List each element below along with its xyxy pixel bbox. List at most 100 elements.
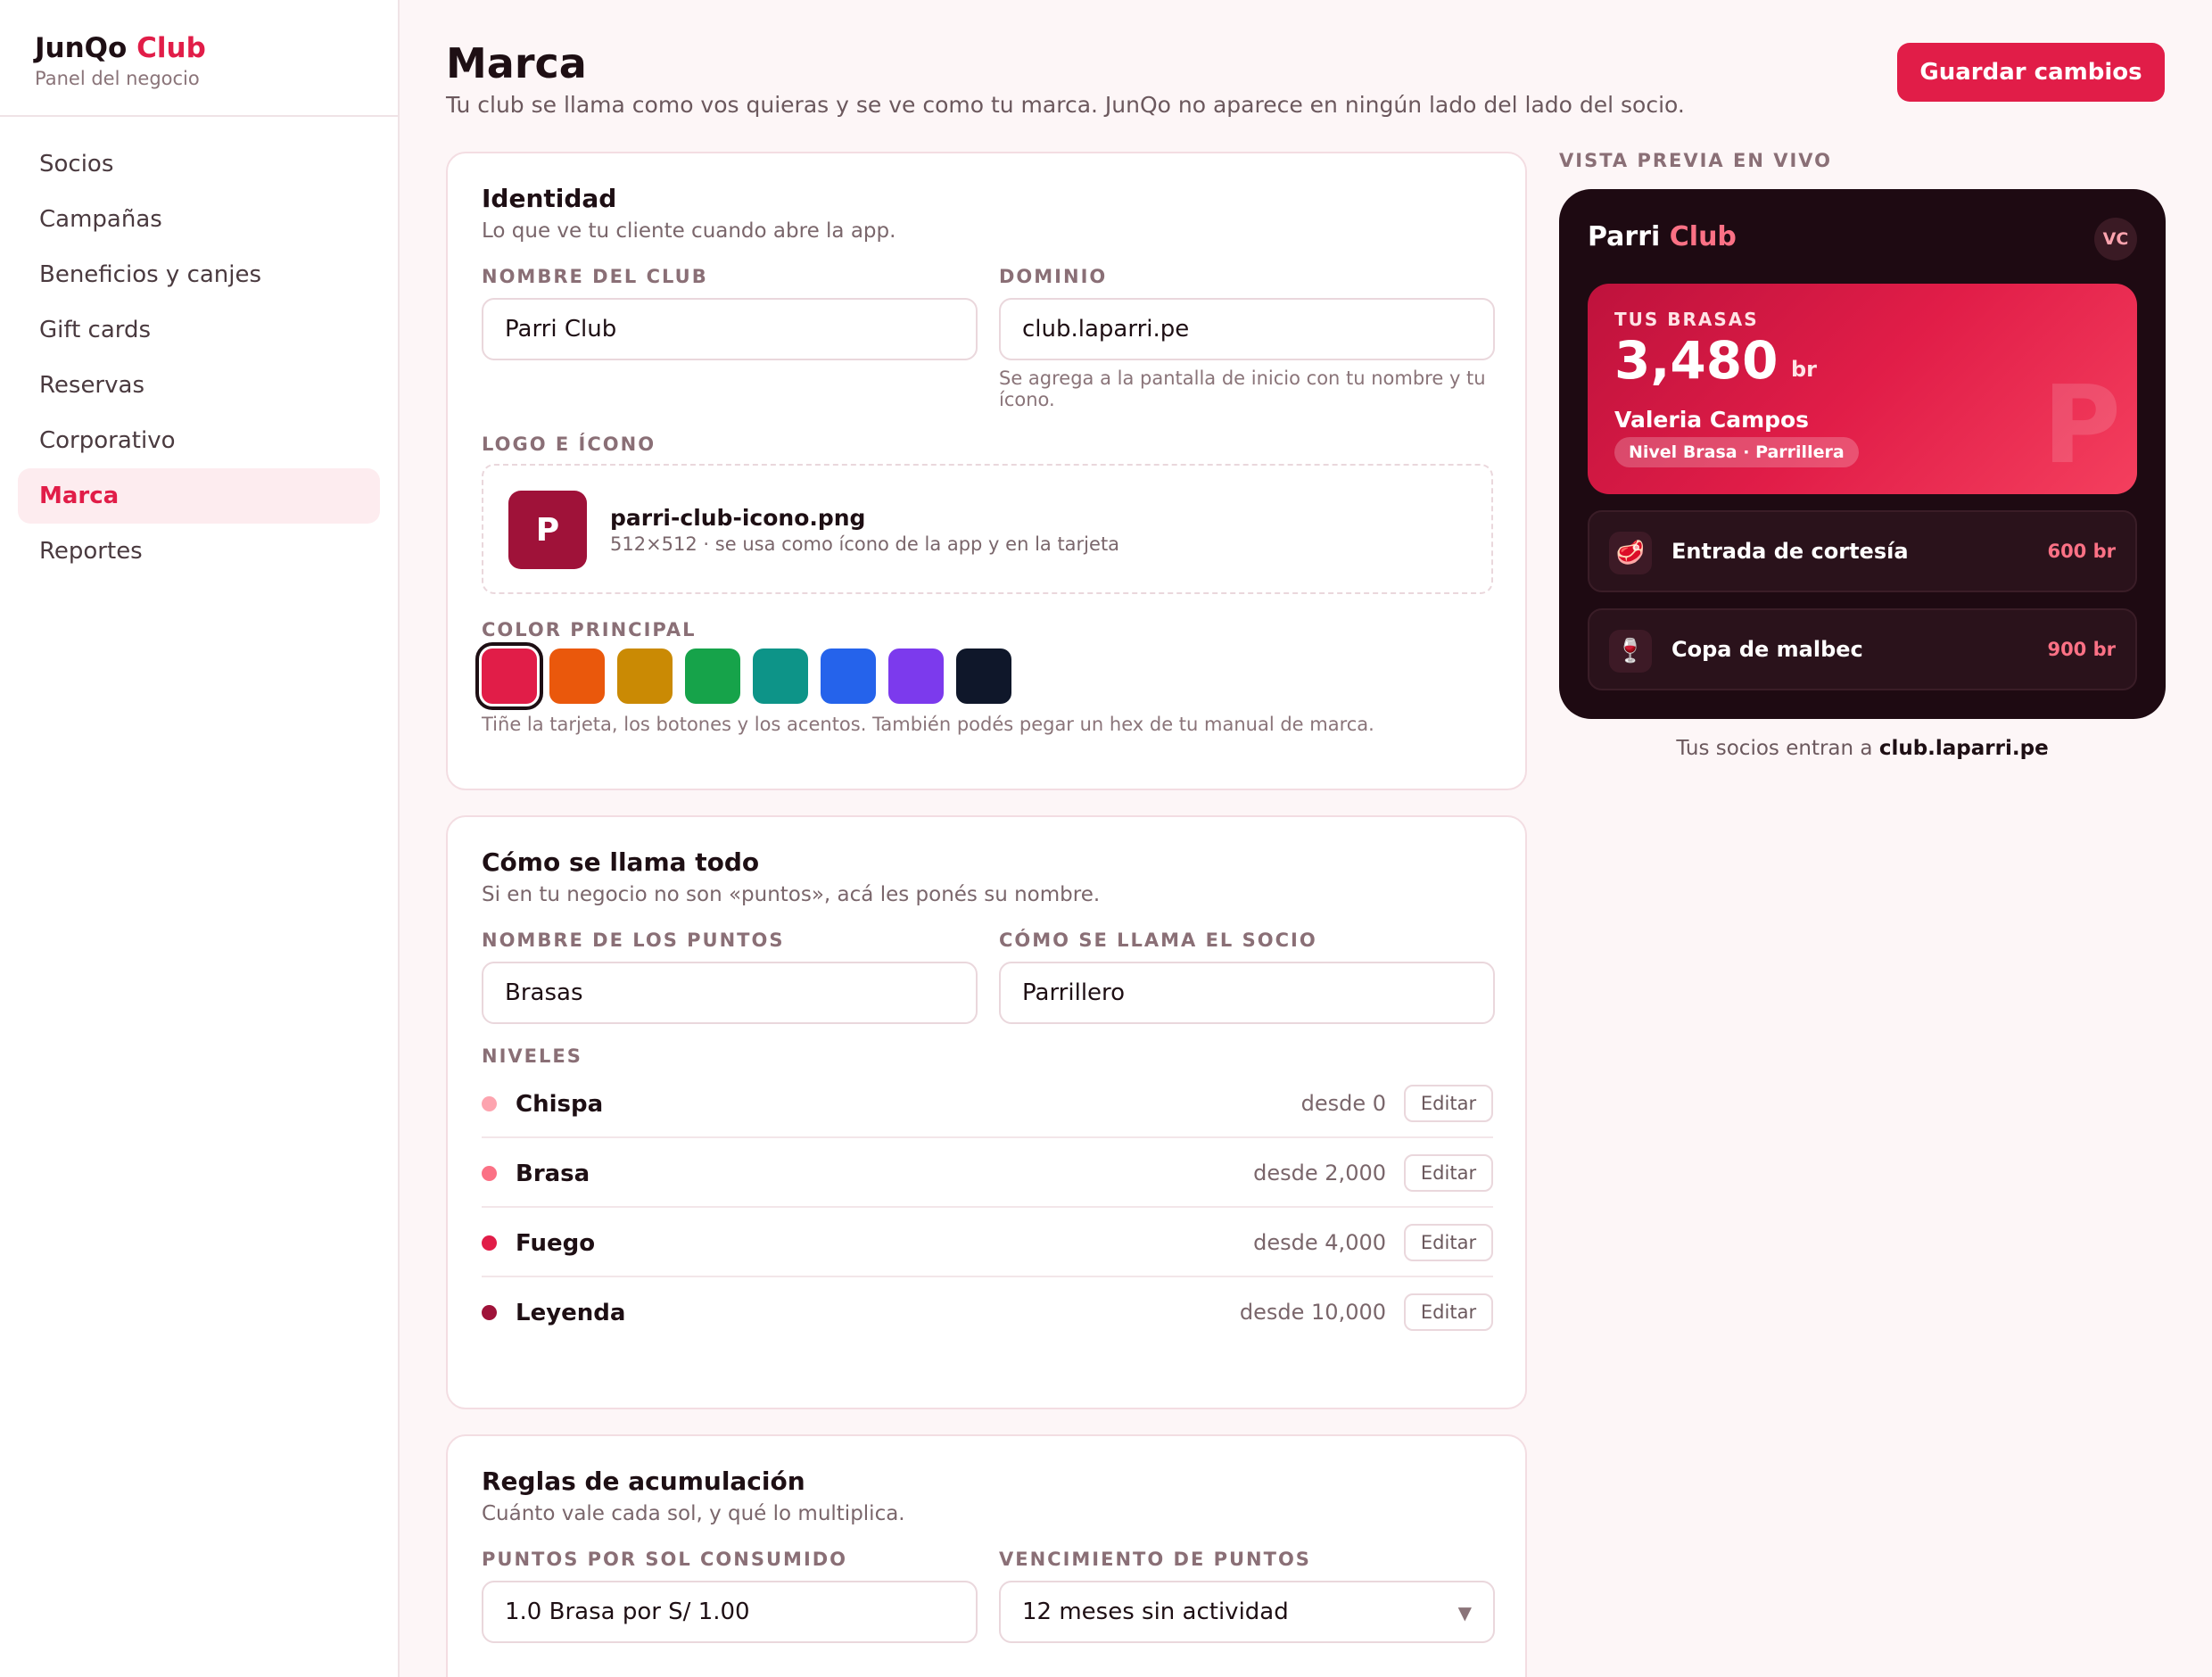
level-name: Leyenda <box>516 1300 626 1326</box>
member-name-label: CÓMO SE LLAMA EL SOCIO <box>999 929 1317 951</box>
level-threshold: desde 10,000 <box>1239 1300 1386 1325</box>
identity-title: Identidad <box>482 184 617 213</box>
level-row: Brasa desde 2,000 Editar <box>482 1138 1493 1208</box>
reward-name: Copa de malbec <box>1671 637 1863 662</box>
preview-footer: Tus socios entran a club.laparri.pe <box>1559 737 2166 760</box>
color-label: COLOR PRINCIPAL <box>482 619 697 640</box>
card-watermark: P <box>2043 364 2121 488</box>
logo-upload[interactable]: P parri-club-icono.png 512×512 · se usa … <box>482 464 1493 594</box>
level-dot-icon <box>482 1096 497 1111</box>
brand-name-main: JunQo <box>35 32 128 64</box>
level-threshold: desde 2,000 <box>1253 1161 1386 1185</box>
rate-input[interactable]: 1.0 Brasa por S/ 1.00 <box>482 1581 978 1643</box>
logo-preview: P <box>508 491 587 569</box>
points-unit: br <box>1791 357 1818 382</box>
sidebar-item-beneficios[interactable]: Beneficios y canjes <box>18 247 380 302</box>
club-name-input[interactable]: Parri Club <box>482 298 978 360</box>
level-name: Chispa <box>516 1091 604 1118</box>
levels-label: NIVELES <box>482 1045 582 1067</box>
expiry-label: VENCIMIENTO DE PUNTOS <box>999 1549 1311 1570</box>
reward-item: 🍷 Copa de malbec 900 br <box>1588 608 2137 690</box>
preview-brand-main: Parri <box>1588 221 1661 252</box>
level-row: Fuego desde 4,000 Editar <box>482 1208 1493 1277</box>
sidebar-item-marca[interactable]: Marca <box>18 468 380 524</box>
edit-level-button[interactable]: Editar <box>1404 1293 1493 1331</box>
level-row: Leyenda desde 10,000 Editar <box>482 1277 1493 1347</box>
accrual-card: Reglas de acumulación Cuánto vale cada s… <box>446 1434 1527 1677</box>
reward-name: Entrada de cortesía <box>1671 539 1909 564</box>
level-dot-icon <box>482 1166 497 1181</box>
brand-name: JunQo Club <box>35 32 398 64</box>
sidebar-item-reportes[interactable]: Reportes <box>18 524 380 579</box>
color-hint: Tiñe la tarjeta, los botones y los acent… <box>482 714 1374 735</box>
member-level-badge: Nivel Brasa · Parrillera <box>1614 437 1859 467</box>
color-swatch[interactable] <box>821 648 876 704</box>
steak-icon: 🥩 <box>1609 532 1652 574</box>
naming-card: Cómo se llama todo Si en tu negocio no s… <box>446 815 1527 1409</box>
sidebar-nav: Socios Campañas Beneficios y canjes Gift… <box>0 117 398 579</box>
rate-label: PUNTOS POR SOL CONSUMIDO <box>482 1549 848 1570</box>
preview-footer-prefix: Tus socios entran a <box>1676 737 1873 760</box>
level-threshold: desde 4,000 <box>1253 1230 1386 1255</box>
brand-subtitle: Panel del negocio <box>35 68 200 89</box>
chevron-down-icon: ▼ <box>1457 1602 1472 1623</box>
edit-level-button[interactable]: Editar <box>1404 1224 1493 1261</box>
member-name: Valeria Campos <box>1614 407 1810 433</box>
preview-brand-accent: Club <box>1669 221 1737 252</box>
color-swatch[interactable] <box>475 642 543 710</box>
domain-hint: Se agrega a la pantalla de inicio con tu… <box>999 368 1486 410</box>
page-subtitle: Tu club se llama como vos quieras y se v… <box>446 92 1685 118</box>
reward-cost: 900 br <box>2047 639 2116 660</box>
avatar: VC <box>2094 218 2137 260</box>
accrual-title: Reglas de acumulación <box>482 1466 805 1496</box>
level-threshold: desde 0 <box>1300 1091 1386 1116</box>
level-name: Fuego <box>516 1230 596 1257</box>
page-title: Marca <box>446 39 587 87</box>
logo-meta: 512×512 · se usa como ícono de la app y … <box>610 533 1120 555</box>
preview-footer-domain: club.laparri.pe <box>1878 737 2049 760</box>
sidebar-item-corporativo[interactable]: Corporativo <box>18 413 380 468</box>
accrual-subtitle: Cuánto vale cada sol, y qué lo multiplic… <box>482 1502 905 1525</box>
wine-glass-icon: 🍷 <box>1609 630 1652 673</box>
edit-level-button[interactable]: Editar <box>1404 1154 1493 1192</box>
points-value: 3,480 <box>1614 330 1779 391</box>
level-row: Chispa desde 0 Editar <box>482 1069 1493 1138</box>
brand: JunQo Club Panel del negocio <box>0 0 398 117</box>
expiry-select[interactable]: 12 meses sin actividad ▼ <box>999 1581 1495 1643</box>
level-name: Brasa <box>516 1161 590 1187</box>
points-label: TUS BRASAS <box>1614 309 1759 330</box>
sidebar: JunQo Club Panel del negocio Socios Camp… <box>0 0 400 1677</box>
member-name-input[interactable]: Parrillero <box>999 962 1495 1024</box>
identity-subtitle: Lo que ve tu cliente cuando abre la app. <box>482 219 896 243</box>
color-swatch[interactable] <box>549 648 605 704</box>
sidebar-item-gift-cards[interactable]: Gift cards <box>18 302 380 358</box>
points-name-label: NOMBRE DE LOS PUNTOS <box>482 929 785 951</box>
color-swatch[interactable] <box>753 648 808 704</box>
color-swatch[interactable] <box>685 648 740 704</box>
preview-brand: Parri Club <box>1588 221 1737 252</box>
naming-subtitle: Si en tu negocio no son «puntos», acá le… <box>482 883 1101 906</box>
points-name-input[interactable]: Brasas <box>482 962 978 1024</box>
color-swatch[interactable] <box>956 648 1011 704</box>
brand-name-accent: Club <box>136 32 206 64</box>
identity-card: Identidad Lo que ve tu cliente cuando ab… <box>446 152 1527 790</box>
naming-title: Cómo se llama todo <box>482 847 760 877</box>
sidebar-item-campanas[interactable]: Campañas <box>18 192 380 247</box>
club-name-label: NOMBRE DEL CLUB <box>482 266 708 287</box>
logo-label: LOGO E ÍCONO <box>482 434 656 455</box>
preview-label: VISTA PREVIA EN VIVO <box>1559 150 1833 171</box>
save-button[interactable]: Guardar cambios <box>1897 43 2165 102</box>
color-swatch[interactable] <box>617 648 673 704</box>
expiry-value: 12 meses sin actividad <box>1022 1599 1289 1625</box>
domain-input[interactable]: club.laparri.pe <box>999 298 1495 360</box>
edit-level-button[interactable]: Editar <box>1404 1085 1493 1122</box>
domain-label: DOMINIO <box>999 266 1108 287</box>
logo-filename: parri-club-icono.png <box>610 505 866 531</box>
reward-item: 🥩 Entrada de cortesía 600 br <box>1588 510 2137 592</box>
level-dot-icon <box>482 1235 497 1251</box>
live-preview: Parri Club VC TUS BRASAS 3,480 br Valeri… <box>1559 189 2166 719</box>
reward-cost: 600 br <box>2047 541 2116 562</box>
sidebar-item-socios[interactable]: Socios <box>18 136 380 192</box>
color-swatch[interactable] <box>888 648 944 704</box>
sidebar-item-reservas[interactable]: Reservas <box>18 358 380 413</box>
